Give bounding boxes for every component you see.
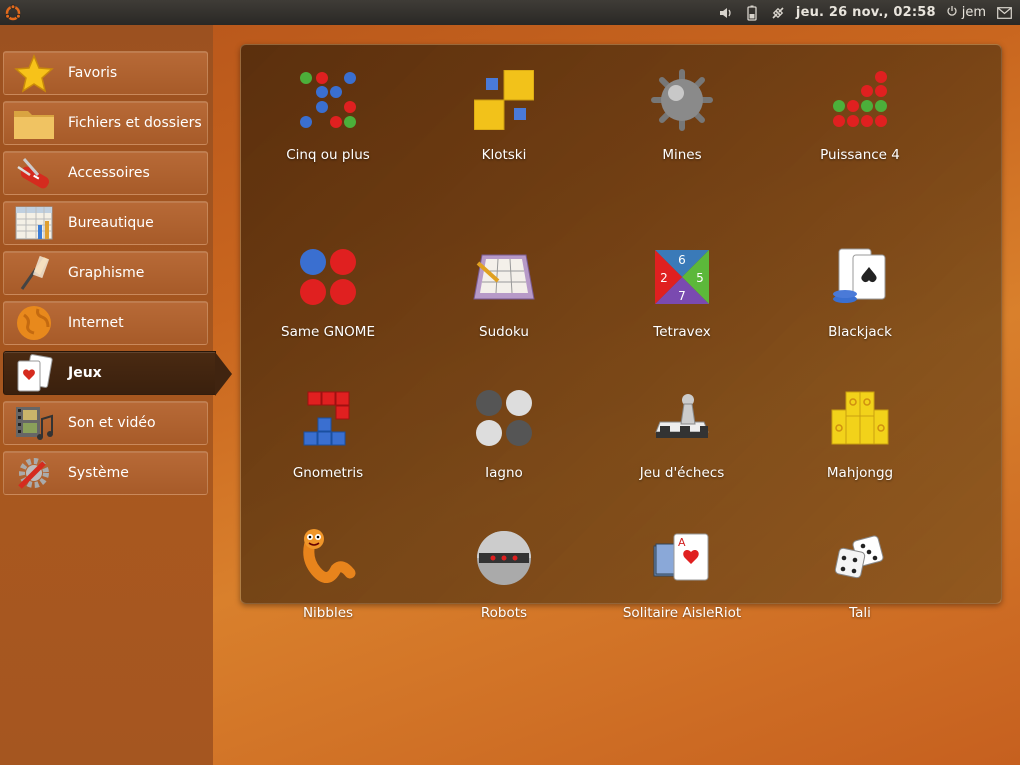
four-in-a-row-icon	[827, 67, 893, 133]
user-menu[interactable]: jem	[946, 5, 986, 21]
category-label: Internet	[68, 315, 124, 331]
category-label: Favoris	[68, 65, 118, 81]
category-accessoires[interactable]: Accessoires	[3, 151, 208, 195]
svg-text:A: A	[678, 536, 686, 549]
same-gnome-icon	[295, 244, 361, 310]
category-label: Graphisme	[68, 265, 145, 281]
app-mahjongg[interactable]: Mahjongg	[775, 385, 945, 495]
chess-icon	[649, 385, 715, 451]
app-nibbles[interactable]: Nibbles	[243, 525, 413, 635]
category-sidebar: Favoris Fichiers et dossiers Accessoires…	[0, 25, 232, 765]
category-label: Accessoires	[68, 165, 150, 181]
mahjongg-icon	[827, 385, 893, 451]
category-bureautique[interactable]: Bureautique	[3, 201, 208, 245]
app-sudoku[interactable]: Sudoku	[419, 244, 589, 354]
five-or-more-icon	[295, 67, 361, 133]
nibbles-worm-icon	[295, 525, 361, 591]
category-graphisme[interactable]: Graphisme	[3, 251, 208, 295]
category-label: Jeux	[68, 365, 102, 381]
klotski-icon	[471, 67, 537, 133]
category-label: Son et vidéo	[68, 415, 156, 431]
iagno-icon	[471, 385, 537, 451]
applications-grid: Cinq ou plus Klotski Mines Puissance 4 S…	[240, 44, 1002, 621]
robot-icon	[471, 525, 537, 591]
app-tali[interactable]: Tali	[775, 525, 945, 635]
ubuntu-logo-icon[interactable]	[2, 2, 24, 24]
category-fichiers-et-dossiers[interactable]: Fichiers et dossiers	[3, 101, 208, 145]
film-music-icon	[12, 403, 56, 443]
playing-cards-icon	[12, 353, 56, 393]
globe-icon	[12, 303, 56, 343]
app-blackjack[interactable]: Blackjack	[775, 244, 945, 354]
app-label: Sudoku	[479, 324, 529, 340]
gnometris-icon	[295, 385, 361, 451]
mail-icon[interactable]	[996, 5, 1012, 21]
app-label: Blackjack	[828, 324, 892, 340]
svg-text:7: 7	[678, 289, 686, 303]
category-jeux[interactable]: Jeux	[3, 351, 232, 396]
tetravex-icon: 6 5 7 2	[649, 244, 715, 310]
app-same-gnome[interactable]: Same GNOME	[243, 244, 413, 354]
app-label: Mines	[662, 147, 702, 163]
clock[interactable]: jeu. 26 nov., 02:58	[796, 5, 936, 20]
sudoku-icon	[471, 244, 537, 310]
app-label: Cinq ou plus	[286, 147, 370, 163]
app-label: Puissance 4	[820, 147, 900, 163]
app-label: Gnometris	[292, 465, 364, 481]
spreadsheet-icon	[12, 203, 56, 243]
category-internet[interactable]: Internet	[3, 301, 208, 345]
app-gnometris[interactable]: Gnometris	[243, 385, 413, 495]
app-label: Tetravex	[653, 324, 711, 340]
battery-icon[interactable]	[744, 5, 760, 21]
app-label: Klotski	[481, 147, 527, 163]
app-puissance-4[interactable]: Puissance 4	[775, 67, 945, 177]
svg-text:2: 2	[660, 271, 668, 285]
volume-icon[interactable]	[718, 5, 734, 21]
category-favoris[interactable]: Favoris	[3, 51, 208, 95]
user-name: jem	[961, 5, 986, 20]
svg-text:5: 5	[696, 271, 704, 285]
app-label: Robots	[480, 605, 528, 621]
app-klotski[interactable]: Klotski	[419, 67, 589, 177]
category-son-et-video[interactable]: Son et vidéo	[3, 401, 208, 445]
paint-brush-icon	[12, 253, 56, 293]
app-label: Tali	[849, 605, 871, 621]
network-plug-icon[interactable]	[770, 5, 786, 21]
app-label: Same GNOME	[281, 324, 375, 340]
blackjack-icon	[827, 244, 893, 310]
category-label: Système	[68, 465, 129, 481]
category-label: Fichiers et dossiers	[68, 115, 202, 131]
folder-icon	[12, 103, 56, 143]
power-icon	[946, 5, 958, 21]
app-solitaire-aisleriot[interactable]: A Solitaire AisleRiot	[597, 525, 767, 635]
app-label: Mahjongg	[826, 465, 894, 481]
app-robots[interactable]: Robots	[419, 525, 589, 635]
category-label: Bureautique	[68, 215, 154, 231]
star-icon	[12, 53, 56, 93]
swiss-knife-icon	[12, 153, 56, 193]
top-panel: jeu. 26 nov., 02:58 jem	[0, 0, 1020, 25]
dice-icon	[827, 525, 893, 591]
mine-icon	[649, 67, 715, 133]
solitaire-cards-icon: A	[649, 525, 715, 591]
app-cinq-ou-plus[interactable]: Cinq ou plus	[243, 67, 413, 177]
app-label: Solitaire AisleRiot	[622, 605, 742, 621]
app-tetravex[interactable]: 6 5 7 2 Tetravex	[597, 244, 767, 354]
app-label: Jeu d'échecs	[639, 465, 725, 481]
app-label: Iagno	[485, 465, 523, 481]
app-jeu-d-echecs[interactable]: Jeu d'échecs	[597, 385, 767, 495]
app-iagno[interactable]: Iagno	[419, 385, 589, 495]
app-label: Nibbles	[302, 605, 354, 621]
category-systeme[interactable]: Système	[3, 451, 208, 495]
svg-text:6: 6	[678, 253, 686, 267]
app-mines[interactable]: Mines	[597, 67, 767, 177]
gear-wrench-icon	[12, 453, 56, 493]
